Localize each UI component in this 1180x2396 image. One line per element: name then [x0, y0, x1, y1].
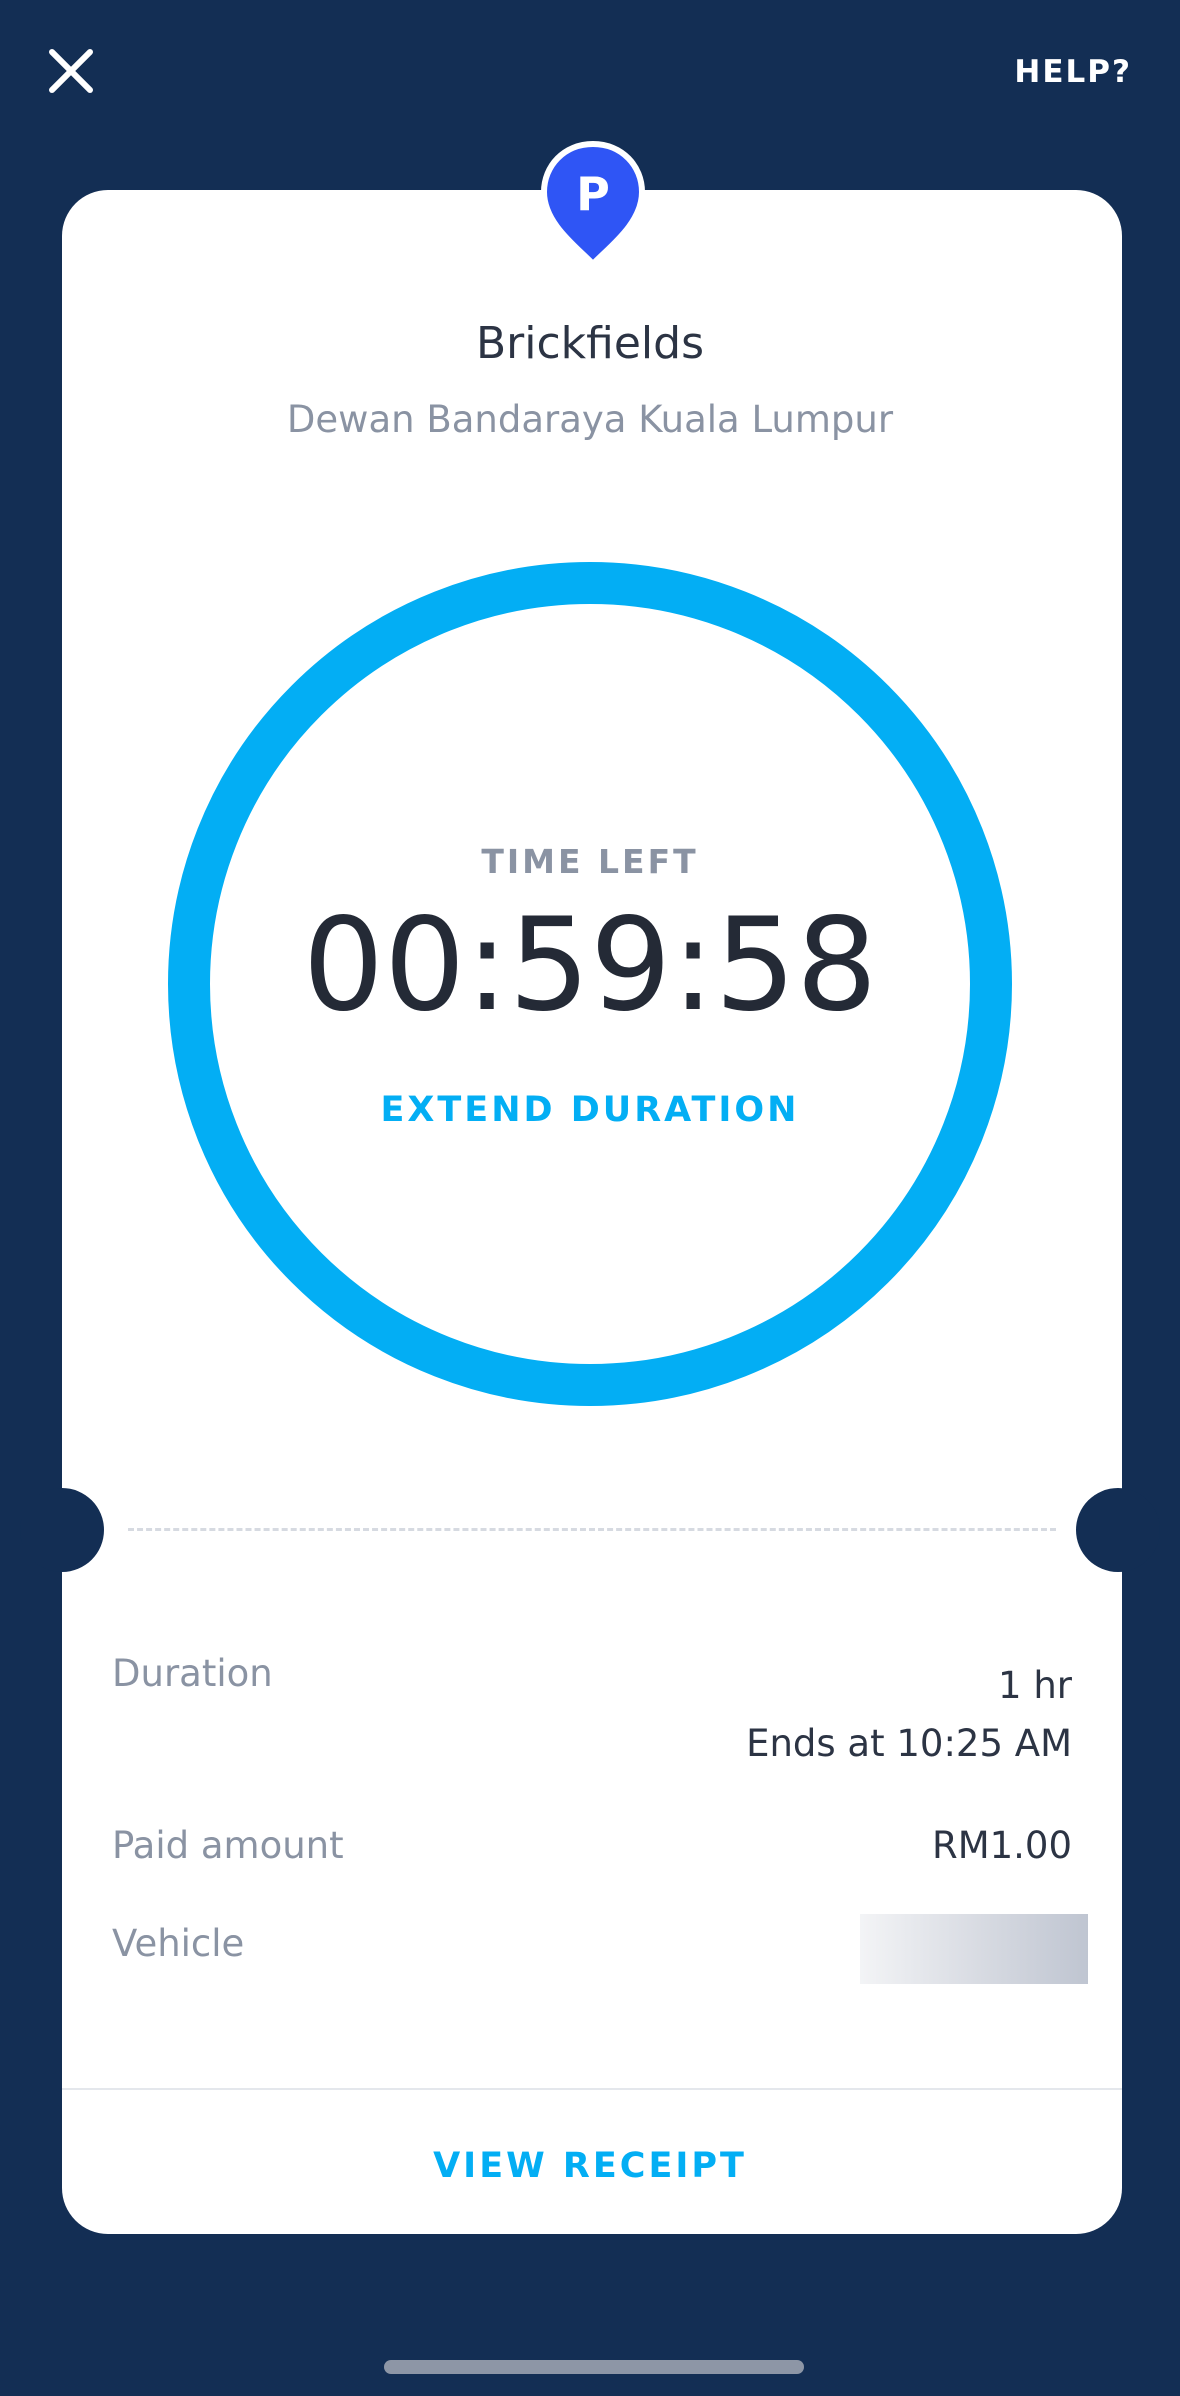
paid-amount-value: RM1.00	[931, 1824, 1072, 1867]
duration-ends-at: Ends at 10:25 AM	[746, 1722, 1072, 1765]
close-icon	[49, 49, 93, 93]
pin-letter: P	[576, 167, 610, 221]
card-notch-left	[20, 1488, 104, 1572]
card-notch-right	[1076, 1488, 1160, 1572]
receipt-divider	[62, 2088, 1122, 2090]
duration-label: Duration	[112, 1652, 273, 1695]
time-left-label: TIME LEFT	[481, 842, 699, 881]
vehicle-plate-redacted	[860, 1914, 1088, 1984]
help-button[interactable]: HELP?	[1014, 54, 1132, 90]
close-button[interactable]	[38, 38, 104, 104]
paid-amount-label: Paid amount	[112, 1824, 344, 1867]
parking-pin-icon: P	[538, 140, 648, 270]
ticket-divider	[128, 1528, 1056, 1531]
location-name: Brickfields	[475, 318, 705, 369]
view-receipt-button[interactable]: VIEW RECEIPT	[0, 2146, 1180, 2186]
extend-duration-button[interactable]: EXTEND DURATION	[0, 1090, 1180, 1130]
vehicle-label: Vehicle	[112, 1922, 245, 1965]
duration-value: 1 hr	[998, 1664, 1072, 1707]
home-indicator[interactable]	[384, 2360, 804, 2374]
location-authority: Dewan Bandaraya Kuala Lumpur	[286, 398, 894, 441]
time-left-value: 00:59:58	[302, 891, 878, 1040]
